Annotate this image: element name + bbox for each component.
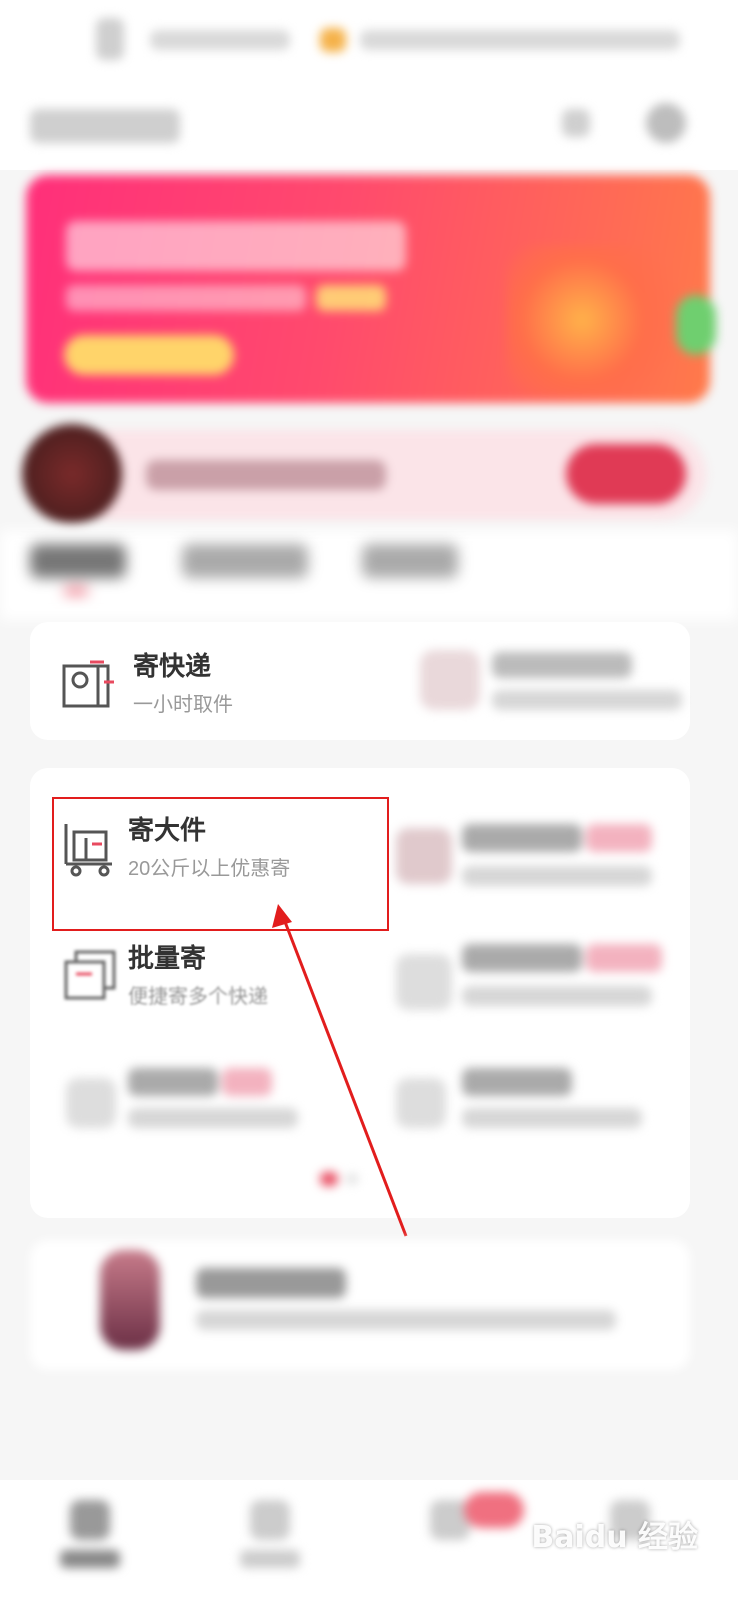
settings-icon[interactable] [646, 103, 686, 143]
tab-2[interactable] [182, 544, 308, 578]
box-icon [420, 650, 480, 710]
avatar [22, 424, 122, 524]
tab-3[interactable] [362, 544, 458, 578]
package-icon [396, 828, 452, 884]
courier-icon [62, 660, 114, 708]
bottom-nav: Baidu 经验 [0, 1480, 738, 1600]
service-card-top: 寄快递 一小时取件 [30, 622, 690, 740]
top-bar [0, 0, 738, 95]
annotation-arrow [272, 904, 408, 1237]
nav-second[interactable] [240, 1500, 300, 1580]
promo-banner[interactable] [26, 175, 716, 403]
express-subtitle: 一小时取件 [133, 694, 233, 716]
card1-right-item[interactable] [386, 622, 686, 740]
recommend-card[interactable] [30, 1240, 690, 1370]
location-selector[interactable] [30, 109, 180, 143]
batch-title: 批量寄 [128, 943, 207, 973]
batch-subtitle: 便捷寄多个快递 [128, 986, 268, 1008]
active-tab-indicator [64, 588, 88, 594]
strip-action-button[interactable] [566, 444, 686, 504]
person-icon [66, 1078, 116, 1128]
nav-third[interactable] [420, 1492, 524, 1580]
service-tabs [0, 530, 738, 620]
add-icon[interactable] [562, 109, 590, 137]
card2-right-item-1[interactable] [386, 798, 686, 918]
card2-right-item-2[interactable] [386, 928, 686, 1038]
express-item[interactable]: 寄快递 一小时取件 [30, 622, 370, 740]
baidu-watermark: Baidu 经验 [531, 1520, 698, 1555]
member-strip[interactable] [22, 424, 706, 524]
express-title: 寄快递 [133, 651, 212, 681]
tab-1[interactable] [30, 544, 126, 578]
card2-right-item-3[interactable] [386, 1058, 686, 1158]
batch-icon [64, 950, 116, 1000]
nav-home[interactable] [60, 1500, 120, 1580]
badge [464, 1492, 524, 1528]
header [0, 95, 738, 170]
character-image [100, 1250, 160, 1350]
